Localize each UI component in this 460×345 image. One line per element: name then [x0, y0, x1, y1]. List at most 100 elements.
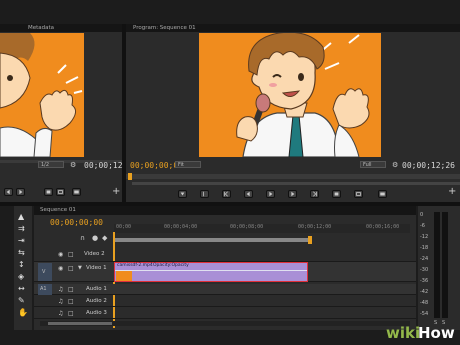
- audio-meter-scale: 0 -6 -12 -18 -24 -30 -36 -42 -48 -54: [420, 212, 430, 320]
- program-playhead[interactable]: [128, 173, 132, 180]
- ruler-label-0: 00;00: [116, 224, 132, 230]
- meter-tick-0: 0: [420, 212, 424, 218]
- mark-out-button[interactable]: [200, 190, 209, 198]
- v1-lock-icon[interactable]: □: [68, 265, 74, 272]
- track-label-audio-1: Audio 1: [86, 286, 107, 292]
- cartoon-presenter-image: [199, 33, 381, 157]
- meter-bar-left: [434, 212, 440, 318]
- work-area-bar[interactable]: [114, 238, 312, 242]
- source-monitor-side-gap: [84, 33, 122, 157]
- meter-tick-7: -42: [420, 289, 429, 295]
- rate-stretch-tool-icon[interactable]: ↕: [18, 260, 28, 270]
- ripple-edit-tool-icon[interactable]: ⇥: [18, 236, 28, 246]
- opacity-line[interactable]: [115, 270, 307, 271]
- keyframe-icon[interactable]: ◆: [102, 234, 107, 242]
- program-fit-select[interactable]: Fit: [175, 161, 201, 168]
- export-frame-button[interactable]: [72, 188, 81, 196]
- a3-lock-icon[interactable]: □: [68, 310, 74, 317]
- step-back-button[interactable]: [4, 188, 13, 196]
- extract-button[interactable]: [354, 190, 363, 198]
- go-to-out-button[interactable]: [310, 190, 319, 198]
- ruler-label-4: 00;00;16;00: [366, 224, 400, 230]
- overwrite-button[interactable]: [56, 188, 65, 196]
- program-scrub-bar[interactable]: [126, 174, 460, 179]
- source-zoom-select[interactable]: 1/2: [38, 161, 64, 168]
- work-area-end[interactable]: [308, 236, 312, 244]
- a2-speaker-icon[interactable]: ♫: [58, 298, 63, 305]
- selection-tool-icon[interactable]: ▲: [18, 212, 28, 222]
- track-label-audio-3: Audio 3: [86, 310, 107, 316]
- ruler-label-2: 00;00;08;00: [230, 224, 264, 230]
- track-label-audio-2: Audio 2: [86, 298, 107, 304]
- source-video-frame: [0, 33, 84, 157]
- wikihow-how: How: [418, 324, 455, 342]
- rolling-edit-tool-icon[interactable]: ⇆: [18, 248, 28, 258]
- timeline-scrollbar[interactable]: [40, 321, 410, 326]
- meter-tick-5: -30: [420, 267, 429, 273]
- cartoon-boy-image: [0, 33, 84, 157]
- v2-lock-icon[interactable]: □: [68, 251, 74, 258]
- add-button-icon[interactable]: +: [112, 186, 120, 197]
- a2-lock-icon[interactable]: □: [68, 298, 74, 305]
- program-add-button-icon[interactable]: +: [448, 186, 456, 197]
- v-target-button[interactable]: V: [38, 263, 52, 281]
- meter-tick-2: -12: [420, 234, 429, 240]
- clip-effect: Opacity:Opacity: [153, 263, 189, 268]
- time-ruler[interactable]: 00;00 00;00;04;00 00;00;08;00 00;00;12;0…: [114, 224, 410, 233]
- tools-panel-icons: ▲ ⇉ ⇥ ⇆ ↕ ◈ ↔ ✎ ✋: [18, 212, 28, 322]
- wikihow-watermark: wiki How: [386, 324, 458, 344]
- snap-icon[interactable]: ∩: [80, 234, 85, 242]
- timeline-tabbar: [34, 206, 416, 215]
- clip-name: camissdf-2.mp4: [117, 263, 153, 268]
- a3-speaker-icon[interactable]: ♫: [58, 310, 63, 317]
- program-quality-select[interactable]: Full: [360, 161, 386, 168]
- ruler-label-3: 00;00;12;00: [298, 224, 332, 230]
- program-play-button[interactable]: [266, 190, 275, 198]
- program-export-frame-button[interactable]: [378, 190, 387, 198]
- timeline-scroll-thumb[interactable]: [48, 322, 112, 325]
- program-transport: +: [126, 186, 460, 202]
- program-zoom-bar[interactable]: [132, 182, 460, 185]
- v1-expand-icon[interactable]: ▼: [78, 265, 82, 271]
- clip-thumbnail: [116, 271, 132, 281]
- ruler-label-1: 00;00;04;00: [164, 224, 198, 230]
- play-button[interactable]: [16, 188, 25, 196]
- meter-tick-1: -6: [420, 223, 425, 229]
- slip-tool-icon[interactable]: ↔: [18, 284, 28, 294]
- program-timecode[interactable]: 00;00;12;26: [402, 161, 455, 170]
- v1-eye-icon[interactable]: ◉: [58, 265, 63, 272]
- track-label-video-1: Video 1: [86, 265, 107, 271]
- step-back-frame-button[interactable]: [244, 190, 253, 198]
- video-clip[interactable]: camissdf-2.mp4 Opacity:Opacity: [114, 262, 308, 282]
- tab-metadata[interactable]: Metadata: [28, 25, 54, 31]
- mark-in-button[interactable]: [178, 190, 187, 198]
- hand-tool-icon[interactable]: ✋: [18, 308, 28, 318]
- razor-tool-icon[interactable]: ◈: [18, 272, 28, 282]
- track-select-tool-icon[interactable]: ⇉: [18, 224, 28, 234]
- meter-tick-8: -48: [420, 300, 429, 306]
- lift-button[interactable]: [332, 190, 341, 198]
- pen-tool-icon[interactable]: ✎: [18, 296, 28, 306]
- source-transport: +: [0, 182, 122, 202]
- wikihow-wiki: wiki: [386, 324, 421, 342]
- a1-lock-icon[interactable]: □: [68, 286, 74, 293]
- track-label-video-2: Video 2: [84, 251, 105, 257]
- program-video-frame: [199, 33, 381, 157]
- tab-program[interactable]: Program: Sequence 01: [133, 25, 196, 31]
- meter-tick-6: -36: [420, 278, 429, 284]
- program-wrench-icon[interactable]: ⚙: [392, 161, 398, 169]
- marker-icon[interactable]: ●: [92, 234, 98, 242]
- a1-speaker-icon[interactable]: ♫: [58, 286, 63, 293]
- meter-tick-4: -24: [420, 256, 429, 262]
- v2-eye-icon[interactable]: ◉: [58, 251, 63, 258]
- insert-button[interactable]: [44, 188, 53, 196]
- step-forward-frame-button[interactable]: [288, 190, 297, 198]
- meter-bar-right: [442, 212, 448, 318]
- tab-sequence-01[interactable]: Sequence 01: [40, 207, 76, 213]
- timeline-current-time[interactable]: 00;00;00;00: [50, 218, 103, 227]
- source-monitor-tabbar: [0, 24, 122, 32]
- wrench-icon[interactable]: ⚙: [70, 161, 76, 169]
- meter-tick-3: -18: [420, 245, 429, 251]
- a1-target-button[interactable]: A1: [38, 284, 52, 295]
- go-to-in-button[interactable]: [222, 190, 231, 198]
